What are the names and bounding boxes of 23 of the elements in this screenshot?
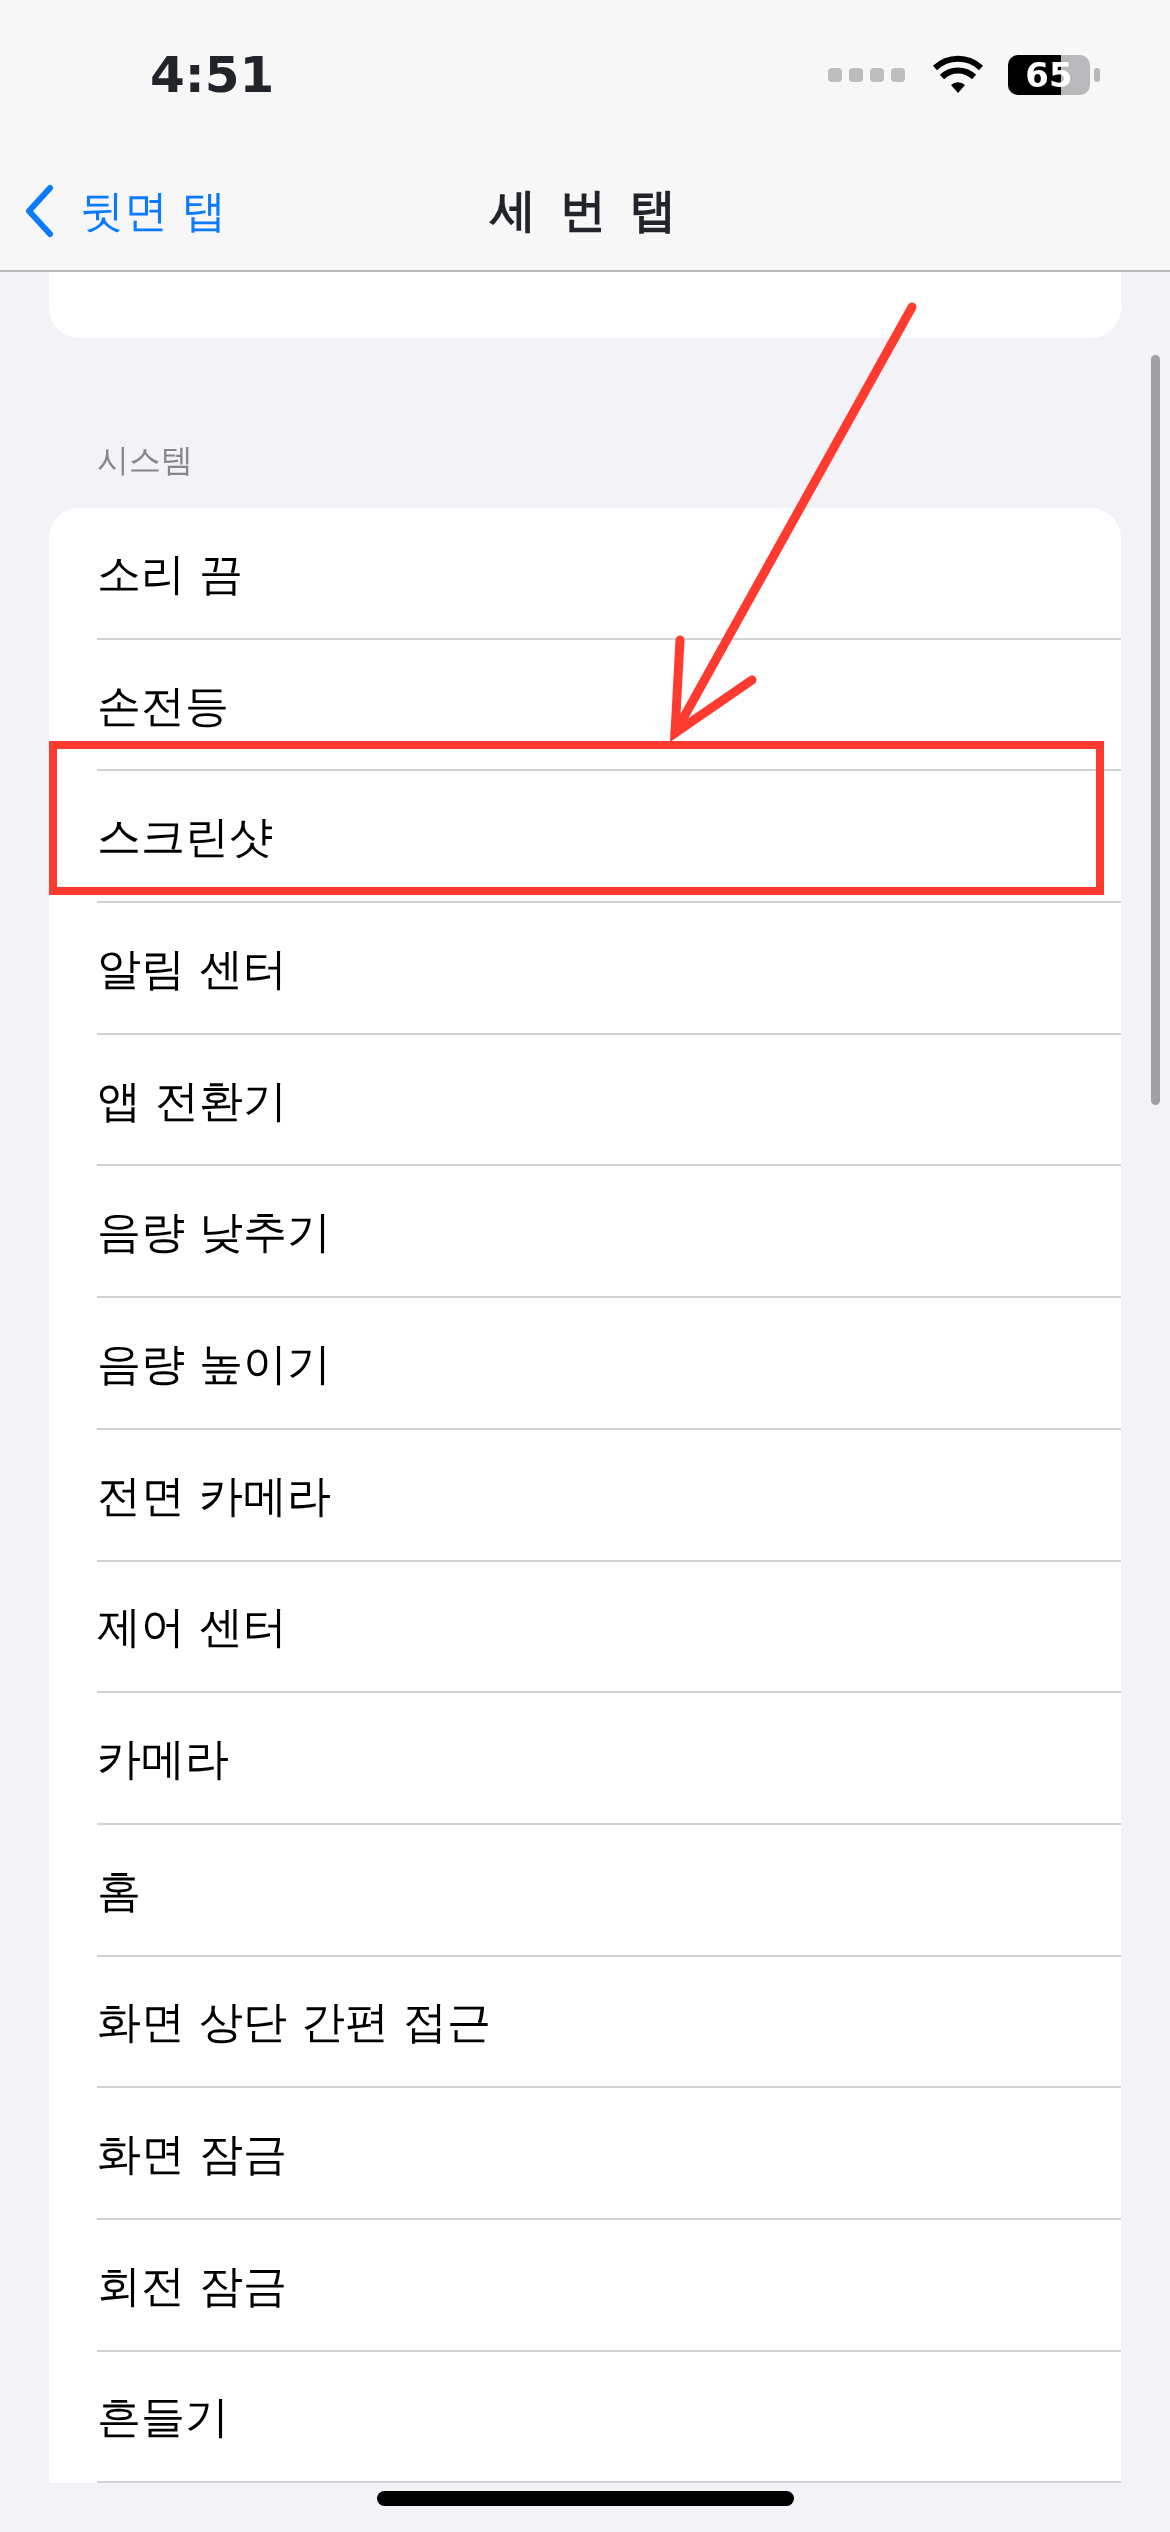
back-chevron-icon [24, 184, 54, 238]
list-item[interactable]: 손전등 [97, 672, 229, 739]
list-item[interactable]: 홈 [97, 1857, 141, 1924]
list-item[interactable]: 화면 잠금 [97, 2121, 287, 2188]
list-item[interactable]: 전면 카메라 [97, 1462, 331, 1529]
list-item[interactable]: 화면 상단 간편 접근 [97, 1989, 491, 2056]
list-item[interactable]: 회전 잠금 [97, 2252, 287, 2319]
page-title: 세 번 탭 [490, 181, 680, 239]
list-item[interactable]: 스크린샷 [97, 804, 273, 871]
list-item[interactable]: 흔들기 [97, 2384, 229, 2451]
list-item[interactable]: 음량 높이기 [97, 1330, 331, 1397]
list-item[interactable]: 제어 센터 [97, 1594, 287, 1661]
list-item[interactable]: 음량 낮추기 [97, 1199, 331, 1266]
list-item[interactable]: 소리 끔 [97, 540, 243, 607]
section-header: 시스템 [97, 440, 194, 481]
list-item[interactable]: 카메라 [97, 1726, 229, 1793]
wifi-icon [932, 55, 984, 95]
list-item[interactable]: 알림 센터 [97, 935, 287, 1002]
status-time: 4:51 [150, 44, 275, 106]
list-item[interactable]: 앱 전환기 [97, 1067, 287, 1134]
signal-icon [828, 65, 908, 85]
back-button[interactable]: 뒷면 탭 [24, 178, 226, 244]
battery-tip-icon [1094, 68, 1100, 82]
